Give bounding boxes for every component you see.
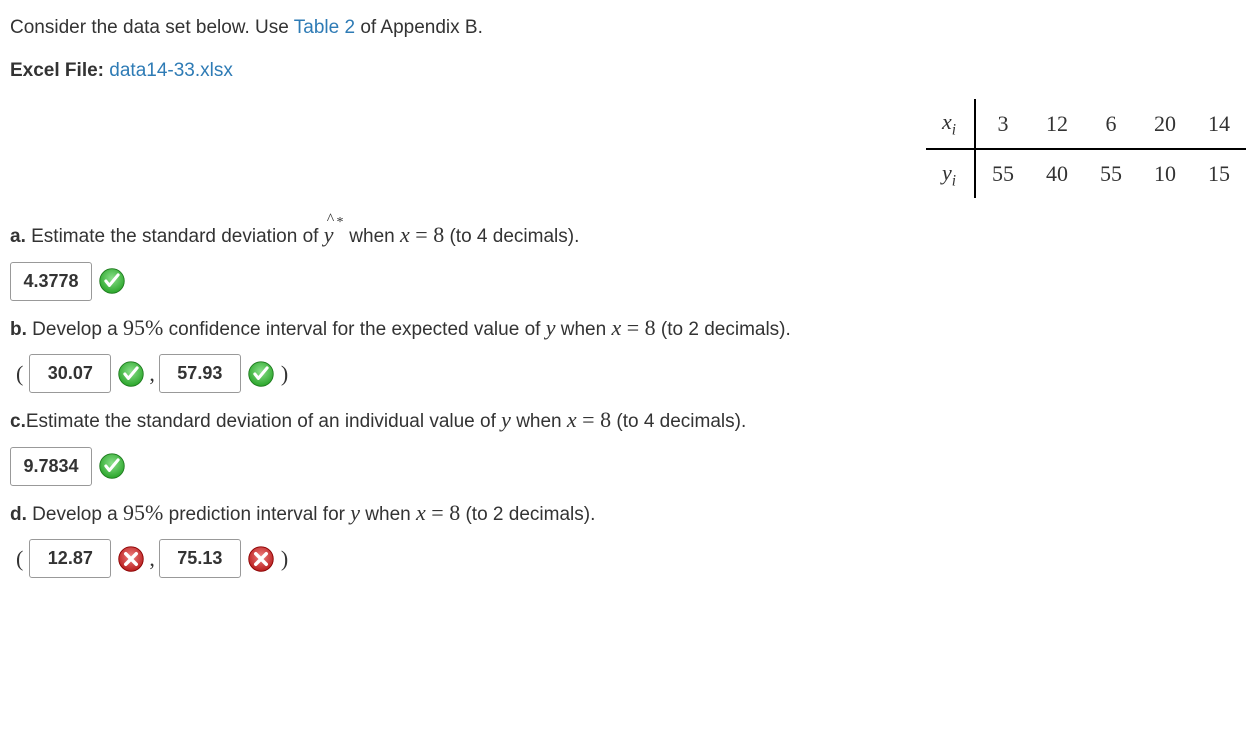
- answer-a-input[interactable]: 4.3778: [10, 262, 92, 301]
- table-row: xi 3 12 6 20 14: [926, 99, 1246, 149]
- answer-b-hi-input[interactable]: 57.93: [159, 354, 241, 393]
- q-label-a: a.: [10, 226, 26, 247]
- check-icon: [247, 360, 275, 388]
- answer-b-lo-input[interactable]: 30.07: [29, 354, 111, 393]
- close-paren: ): [275, 542, 294, 575]
- intro-suffix: of Appendix B.: [355, 17, 483, 38]
- pct-95: 95%: [123, 315, 163, 340]
- q-text-a-post: when: [344, 226, 400, 247]
- table-cell: 3: [975, 99, 1030, 149]
- q-paren-a: (to 4 decimals).: [444, 226, 579, 247]
- answer-a-row: 4.3778: [10, 262, 1246, 301]
- excel-file-label: Excel File:: [10, 60, 109, 81]
- answer-d-hi-input[interactable]: 75.13: [159, 539, 241, 578]
- table-cell: 12: [1030, 99, 1084, 149]
- q-label-d: d.: [10, 504, 27, 525]
- cross-icon: [247, 545, 275, 573]
- yhat-symbol: y^*: [324, 222, 334, 247]
- open-paren: (: [10, 357, 29, 390]
- question-d: d. Develop a 95% prediction interval for…: [10, 496, 1246, 530]
- q-text-d-pre: Develop a: [27, 504, 123, 525]
- comma: ,: [145, 357, 159, 390]
- intro-text: Consider the data set below. Use Table 2…: [10, 14, 1246, 43]
- y-var: y: [501, 407, 511, 432]
- check-icon: [98, 452, 126, 480]
- comma: ,: [145, 542, 159, 575]
- q-text-b-mid: confidence interval for the expected val…: [163, 319, 545, 340]
- open-paren: (: [10, 542, 29, 575]
- y-var: y: [350, 500, 360, 525]
- pct-95: 95%: [123, 500, 163, 525]
- table-cell: 40: [1030, 149, 1084, 199]
- answer-c-input[interactable]: 9.7834: [10, 447, 92, 486]
- q-paren-c: (to 4 decimals).: [611, 411, 746, 432]
- x-equals-8: x: [400, 222, 410, 247]
- excel-file-line: Excel File: data14-33.xlsx: [10, 57, 1246, 86]
- q-paren-d: (to 2 decimals).: [460, 504, 595, 525]
- excel-file-link[interactable]: data14-33.xlsx: [109, 60, 233, 81]
- table2-link[interactable]: Table 2: [294, 17, 355, 38]
- table-cell: 55: [1084, 149, 1138, 199]
- q-label-b: b.: [10, 319, 27, 340]
- answer-b-row: ( 30.07 , 57.93 ): [10, 354, 1246, 393]
- q-text-a-pre: Estimate the standard deviation of: [26, 226, 324, 247]
- q-text-b-pre: Develop a: [27, 319, 123, 340]
- y-var: y: [546, 315, 556, 340]
- table-cell: 20: [1138, 99, 1192, 149]
- q-text-b-when: when: [555, 319, 611, 340]
- q-paren-b: (to 2 decimals).: [656, 319, 791, 340]
- question-a: a. Estimate the standard deviation of y^…: [10, 218, 1246, 252]
- table-cell: 15: [1192, 149, 1246, 199]
- question-b: b. Develop a 95% confidence interval for…: [10, 311, 1246, 345]
- check-icon: [117, 360, 145, 388]
- q-text-c: Estimate the standard deviation of an in…: [26, 411, 501, 432]
- answer-c-row: 9.7834: [10, 447, 1246, 486]
- table-cell: 14: [1192, 99, 1246, 149]
- intro-prefix: Consider the data set below. Use: [10, 17, 294, 38]
- check-icon: [98, 267, 126, 295]
- table-cell: 6: [1084, 99, 1138, 149]
- q-text-d-mid: prediction interval for: [163, 504, 350, 525]
- xi-header: xi: [926, 99, 975, 149]
- table-cell: 55: [975, 149, 1030, 199]
- answer-d-lo-input[interactable]: 12.87: [29, 539, 111, 578]
- q-label-c: c.: [10, 411, 26, 432]
- table-row: yi 55 40 55 10 15: [926, 149, 1246, 199]
- close-paren: ): [275, 357, 294, 390]
- table-cell: 10: [1138, 149, 1192, 199]
- cross-icon: [117, 545, 145, 573]
- yi-header: yi: [926, 149, 975, 199]
- data-table: xi 3 12 6 20 14 yi 55 40 55 10 15: [926, 99, 1246, 198]
- question-c: c.Estimate the standard deviation of an …: [10, 403, 1246, 437]
- answer-d-row: ( 12.87 , 75.13 ): [10, 539, 1246, 578]
